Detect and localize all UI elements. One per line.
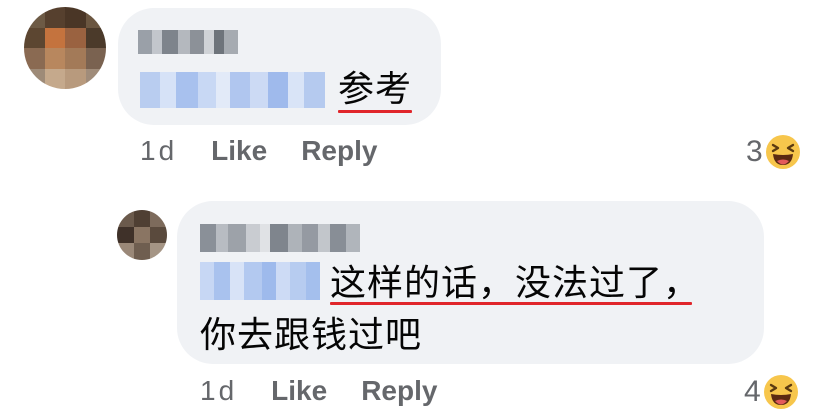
comment-actions: 1d Like Reply bbox=[200, 375, 471, 407]
comment-text-line-1: 这样的话，没法过了， bbox=[330, 263, 701, 304]
commenter-name-redacted[interactable] bbox=[138, 30, 238, 54]
comment-actions: 1d Like Reply bbox=[140, 135, 411, 167]
reaction-summary[interactable]: 4 bbox=[744, 374, 799, 410]
haha-emoji-icon bbox=[765, 135, 800, 169]
reply-button[interactable]: Reply bbox=[301, 135, 377, 167]
reaction-count: 3 bbox=[746, 135, 763, 168]
avatar[interactable] bbox=[24, 7, 106, 89]
haha-emoji-icon bbox=[763, 375, 798, 409]
like-button[interactable]: Like bbox=[211, 135, 267, 167]
commenter-name-redacted[interactable] bbox=[200, 224, 360, 252]
reaction-summary[interactable]: 3 bbox=[746, 134, 801, 170]
spellcheck-underline bbox=[338, 110, 412, 113]
mention-tag-redacted[interactable] bbox=[140, 72, 325, 108]
mention-tag-redacted[interactable] bbox=[200, 262, 320, 300]
comment-thread: 参考 1d Like Reply 3 这样的话，没法过了， 你去跟钱过吧 1d … bbox=[0, 0, 828, 417]
like-button[interactable]: Like bbox=[271, 375, 327, 407]
reaction-count: 4 bbox=[744, 375, 761, 408]
spellcheck-underline bbox=[330, 302, 692, 305]
comment-timestamp[interactable]: 1d bbox=[140, 135, 177, 167]
comment-text-line-2: 你去跟钱过吧 bbox=[200, 315, 423, 356]
comment-text: 参考 bbox=[338, 69, 413, 110]
avatar[interactable] bbox=[117, 210, 167, 260]
reply-button[interactable]: Reply bbox=[361, 375, 437, 407]
comment-timestamp[interactable]: 1d bbox=[200, 375, 237, 407]
